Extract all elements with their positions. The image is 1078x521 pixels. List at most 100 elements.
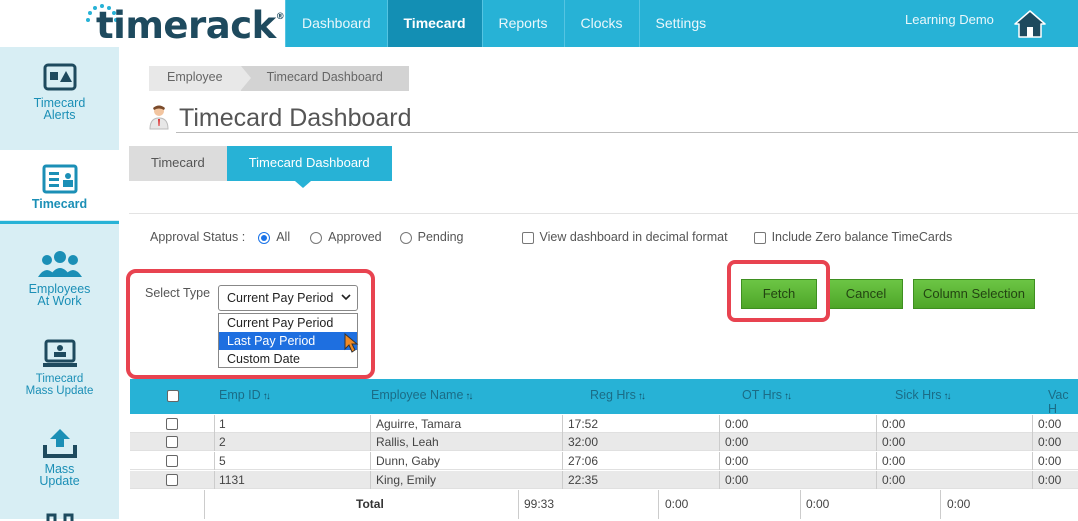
sidebar-item-timecard-alerts[interactable]: Timecard Alerts [0, 63, 119, 143]
cell-sick-hrs: 0:00 [882, 435, 906, 449]
sort-icon[interactable]: ↑↓ [465, 391, 473, 402]
select-all-checkbox[interactable] [167, 390, 179, 402]
radio-all[interactable]: All [258, 230, 290, 244]
cell-sick-hrs: 0:00 [882, 417, 906, 431]
table-row[interactable]: 2 Rallis, Leah 32:00 0:00 0:00 0:00 [130, 433, 1078, 451]
cell-vac-hrs: 0:00 [1038, 454, 1062, 468]
sidebar-item-timecard-mass-update[interactable]: Timecard Mass Update [0, 339, 119, 399]
col-label: Reg Hrs [590, 388, 636, 402]
radio-button[interactable] [310, 231, 323, 244]
row-checkbox[interactable] [166, 455, 178, 467]
table-row[interactable]: 1131 King, Emily 22:35 0:00 0:00 0:00 [130, 471, 1078, 489]
decimal-format-toggle[interactable]: View dashboard in decimal format [521, 230, 728, 244]
row-checkbox[interactable] [166, 418, 178, 430]
sidebar-item-timecard[interactable]: Timecard [0, 150, 119, 220]
sidebar: Timecard Alerts Timecard Employees At Wo… [0, 47, 119, 521]
row-checkbox[interactable] [166, 474, 178, 486]
checkbox[interactable] [521, 231, 534, 244]
sidebar-item-mass-update[interactable]: Mass Update [0, 427, 119, 487]
cell-divider [1032, 433, 1033, 451]
breadcrumb: Employee Timecard Dashboard [149, 66, 409, 91]
radio-pending[interactable]: Pending [399, 230, 464, 244]
cell-ot-hrs: 0:00 [725, 435, 749, 449]
logo-registered: ® [275, 12, 285, 22]
person-icon [149, 105, 169, 130]
cell-divider [719, 433, 720, 451]
sort-icon[interactable]: ↑↓ [784, 391, 792, 402]
cell-emp-id: 5 [219, 454, 226, 468]
cell-divider [719, 471, 720, 489]
top-bar: timerack® Dashboard Timecard Reports Clo… [0, 0, 1078, 47]
sort-icon[interactable]: ↑↓ [263, 391, 271, 402]
cell-emp-id: 1131 [219, 473, 245, 487]
cell-ot-hrs: 0:00 [725, 454, 749, 468]
home-icon[interactable] [1014, 10, 1046, 38]
cell-ot-hrs: 0:00 [725, 473, 749, 487]
sort-icon[interactable]: ↑↓ [944, 391, 952, 402]
cell-employee-name: Aguirre, Tamara [376, 417, 462, 431]
tab-timecard-dashboard[interactable]: Timecard Dashboard [226, 146, 392, 188]
tab-bar: Timecard Timecard Dashboard [129, 146, 392, 188]
logo-text: timerack [96, 4, 276, 47]
col-label: OT Hrs [742, 388, 783, 402]
radio-button[interactable] [258, 231, 271, 244]
row-checkbox[interactable] [166, 436, 178, 448]
logo[interactable]: timerack® [0, 0, 285, 47]
cell-divider [1032, 415, 1033, 433]
breadcrumb-current: Timecard Dashboard [240, 66, 409, 91]
radio-approved[interactable]: Approved [310, 230, 382, 244]
table-row[interactable]: 5 Dunn, Gaby 27:06 0:00 0:00 0:00 [130, 452, 1078, 470]
cell-sick-hrs: 0:00 [882, 473, 906, 487]
column-selection-button[interactable]: Column Selection [913, 279, 1035, 309]
col-reg-hrs[interactable]: Reg Hrs ↑↓ [590, 388, 646, 402]
nav-reports[interactable]: Reports [481, 0, 564, 47]
cell-divider [658, 490, 659, 519]
tab-timecard[interactable]: Timecard [129, 146, 227, 181]
nav-clocks[interactable]: Clocks [563, 0, 639, 47]
total-ot-hrs: 0:00 [665, 497, 689, 511]
cancel-button[interactable]: Cancel [829, 279, 903, 309]
cell-divider [562, 415, 563, 433]
cell-divider [214, 471, 215, 489]
radio-label: Pending [417, 230, 464, 244]
sidebar-label: Timecard [31, 197, 88, 211]
breadcrumb-employee[interactable]: Employee [149, 66, 251, 91]
checkbox-label: Include Zero balance TimeCards [771, 230, 953, 244]
sort-icon[interactable]: ↑↓ [638, 391, 646, 402]
sidebar-item-employees-at-work[interactable]: Employees At Work [0, 249, 119, 309]
cell-vac-hrs: 0:00 [1038, 435, 1062, 449]
cell-employee-name: King, Emily [376, 473, 437, 487]
checkbox[interactable] [753, 231, 766, 244]
col-emp-id[interactable]: Emp ID ↑↓ [219, 388, 271, 402]
nav-settings[interactable]: Settings [638, 0, 723, 47]
upload-icon [42, 429, 77, 458]
col-ot-hrs[interactable]: OT Hrs ↑↓ [742, 388, 792, 402]
nav-dashboard[interactable]: Dashboard [285, 0, 387, 47]
cell-divider [562, 471, 563, 489]
table-total-row: Total 99:33 0:00 0:00 0:00 [130, 490, 1078, 519]
breadcrumb-arrow [240, 66, 251, 90]
cell-divider [370, 433, 371, 451]
approval-status-label: Approval Status : [150, 230, 246, 244]
col-employee-name[interactable]: Employee Name ↑↓ [371, 388, 473, 402]
cell-divider [518, 490, 519, 519]
sidebar-label: Timecard [35, 373, 84, 385]
cell-divider [562, 452, 563, 470]
radio-button[interactable] [399, 231, 412, 244]
zero-balance-toggle[interactable]: Include Zero balance TimeCards [753, 230, 953, 244]
cell-divider [719, 452, 720, 470]
cell-divider [1032, 452, 1033, 470]
col-vac-hrs[interactable]: Vac H [1048, 388, 1078, 416]
col-sick-hrs[interactable]: Sick Hrs ↑↓ [895, 388, 952, 402]
more-icon [46, 513, 73, 521]
total-sick-hrs: 0:00 [806, 497, 830, 511]
sidebar-item-more[interactable] [0, 511, 119, 521]
table-row[interactable]: 1 Aguirre, Tamara 17:52 0:00 0:00 0:00 [130, 415, 1078, 433]
cell-vac-hrs: 0:00 [1038, 417, 1062, 431]
highlight-box-select [126, 269, 375, 379]
nav-timecard[interactable]: Timecard [386, 0, 482, 47]
tab-pointer [294, 181, 311, 188]
cell-divider [940, 490, 941, 519]
user-name[interactable]: Learning Demo [905, 12, 994, 27]
tab-label: Timecard Dashboard [248, 155, 370, 170]
